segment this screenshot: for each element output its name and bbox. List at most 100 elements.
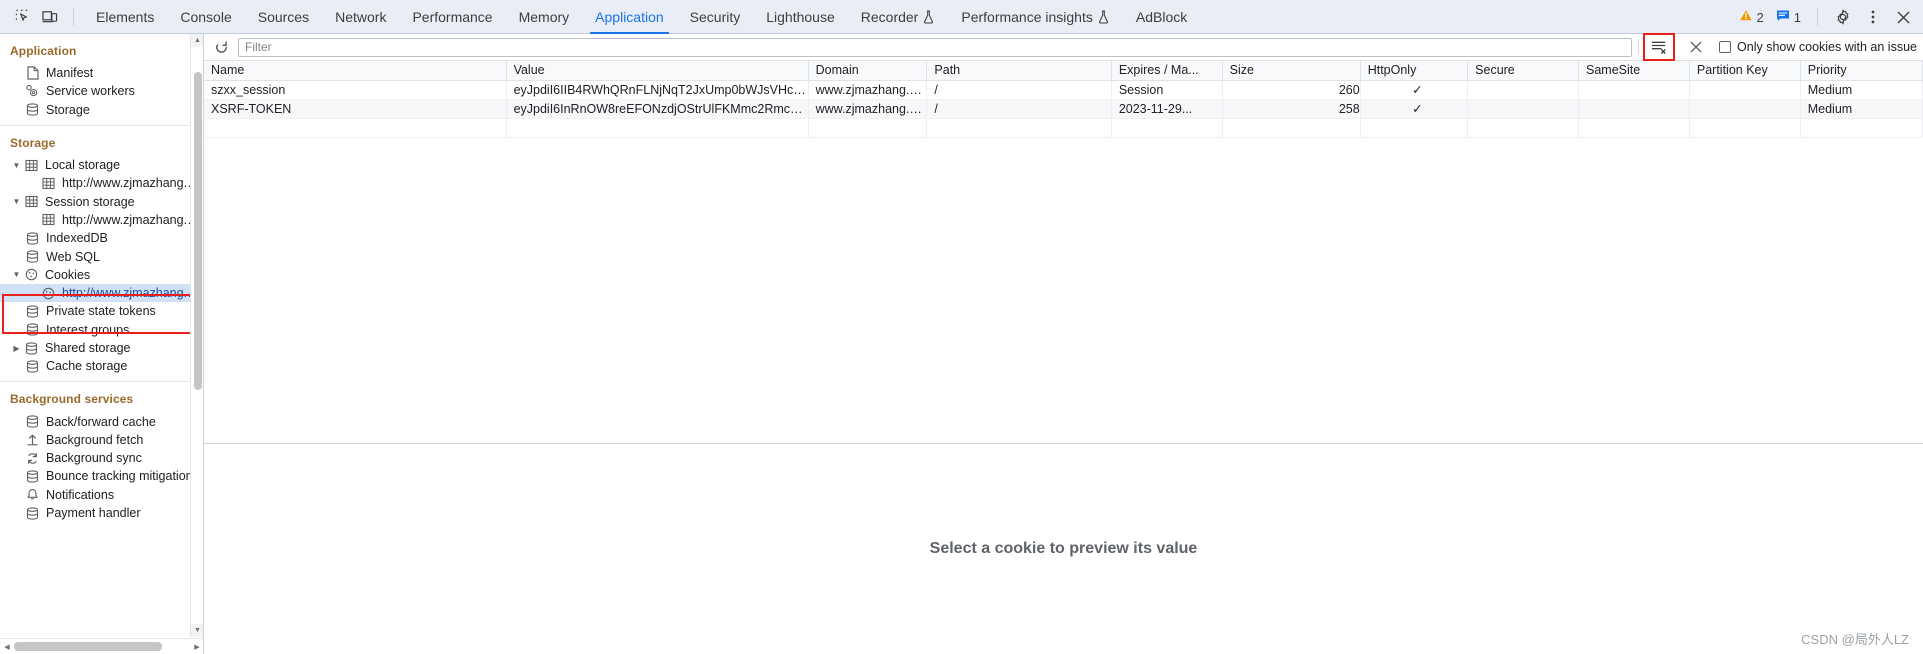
sidebar-item-label: Private state tokens xyxy=(46,304,156,319)
sidebar-item-label: Storage xyxy=(46,102,90,117)
chevron-down-icon[interactable]: ▼ xyxy=(10,197,23,206)
column-header-httponly[interactable]: HttpOnly xyxy=(1360,61,1469,81)
sidebar-item-service-workers[interactable]: Service workers xyxy=(0,82,203,100)
sidebar-item-interest-groups[interactable]: Interest groups xyxy=(0,321,203,339)
column-header-expires[interactable]: Expires / Ma... xyxy=(1111,61,1223,81)
device-toolbar-icon[interactable] xyxy=(36,4,64,30)
database-icon xyxy=(24,303,41,319)
scrollbar-thumb[interactable] xyxy=(14,642,162,651)
column-header-path[interactable]: Path xyxy=(926,61,1112,81)
sidebar-item-cache-storage[interactable]: Cache storage xyxy=(0,357,203,375)
inspect-element-icon[interactable] xyxy=(8,4,36,30)
sidebar-item-shared-storage[interactable]: ▶ Shared storage xyxy=(0,339,203,357)
tab-label: AdBlock xyxy=(1135,8,1188,25)
sidebar-item-bounce-tracking-mitigations[interactable]: Bounce tracking mitigations xyxy=(0,467,203,485)
tab-elements[interactable]: Elements xyxy=(83,0,167,34)
only-issues-checkbox[interactable] xyxy=(1719,41,1732,53)
message-counter[interactable]: 1 xyxy=(1771,5,1806,29)
sidebar-vertical-scrollbar[interactable]: ▲ ▼ xyxy=(190,34,203,637)
tab-performance[interactable]: Performance xyxy=(399,0,505,34)
tab-memory[interactable]: Memory xyxy=(506,0,583,34)
cookie-icon xyxy=(40,285,57,301)
sidebar-item-manifest[interactable]: Manifest xyxy=(0,64,203,82)
sidebar-item-storage[interactable]: Storage xyxy=(0,101,203,119)
tab-sources[interactable]: Sources xyxy=(245,0,322,34)
sidebar-item-label: Session storage xyxy=(45,194,135,209)
tab-application[interactable]: Application xyxy=(582,0,677,34)
tab-label: Elements xyxy=(96,8,155,25)
gear-icon[interactable] xyxy=(1829,4,1857,30)
column-header-samesite[interactable]: SameSite xyxy=(1578,61,1690,81)
cell-secure xyxy=(1467,99,1580,119)
database-icon xyxy=(24,322,41,338)
sidebar-item-web-sql[interactable]: Web SQL xyxy=(0,247,203,265)
warning-counter[interactable]: 2 xyxy=(1734,5,1769,29)
filter-input[interactable] xyxy=(238,37,1633,57)
sidebar-item-indexeddb[interactable]: IndexedDB xyxy=(0,229,203,247)
only-issues-checkbox-row[interactable]: Only show cookies with an issue xyxy=(1719,40,1917,54)
sidebar-item-label: Service workers xyxy=(46,84,135,99)
tab-performance-insights[interactable]: Performance insights xyxy=(948,0,1123,34)
tab-lighthouse[interactable]: Lighthouse xyxy=(753,0,848,34)
sidebar-item-background-fetch[interactable]: Background fetch xyxy=(0,431,203,449)
sidebar-item-cookies-origin[interactable]: http://www.zjmazhang.gov xyxy=(0,283,203,303)
chevron-down-icon[interactable]: ▼ xyxy=(10,270,23,279)
sidebar-item-payment-handler[interactable]: Payment handler xyxy=(0,504,203,522)
sidebar-item-label: Local storage xyxy=(45,158,121,173)
scrollbar-thumb[interactable] xyxy=(194,72,202,390)
sidebar-horizontal-scrollbar[interactable]: ◀ ▶ xyxy=(0,638,203,654)
tab-label: Performance insights xyxy=(961,8,1093,25)
tab-adblock[interactable]: AdBlock xyxy=(1123,0,1200,34)
sidebar-item-local-storage-origin[interactable]: http://www.zjmazhang.gov xyxy=(0,174,203,192)
column-header-size[interactable]: Size xyxy=(1222,61,1361,81)
refresh-icon[interactable] xyxy=(210,36,232,58)
sidebar-item-background-sync[interactable]: Background sync xyxy=(0,449,203,467)
table-row[interactable]: szxx_session eyJpdiI6IIB4RWhQRnFLNjNqT2J… xyxy=(204,80,1923,100)
tab-label: Network xyxy=(335,8,387,25)
chevron-down-icon[interactable]: ▼ xyxy=(10,161,23,170)
cell-name: XSRF-TOKEN xyxy=(204,99,507,119)
tab-network[interactable]: Network xyxy=(322,0,399,34)
tab-console[interactable]: Console xyxy=(167,0,244,34)
column-header-secure[interactable]: Secure xyxy=(1467,61,1580,81)
column-header-priority[interactable]: Priority xyxy=(1800,61,1923,81)
delete-selected-cookie-icon[interactable] xyxy=(1685,36,1707,58)
toolbar-divider xyxy=(1817,8,1818,26)
column-header-value[interactable]: Value xyxy=(506,61,809,81)
sidebar-item-back-forward-cache[interactable]: Back/forward cache xyxy=(0,412,203,430)
cell-size: 258 xyxy=(1222,99,1361,119)
table-icon xyxy=(23,194,40,210)
table-icon xyxy=(40,212,57,228)
column-header-domain[interactable]: Domain xyxy=(808,61,928,81)
sidebar-item-label: Background fetch xyxy=(46,432,144,447)
empty-cell xyxy=(808,118,928,138)
column-header-partition-key[interactable]: Partition Key xyxy=(1689,61,1801,81)
database-icon xyxy=(24,102,41,118)
tab-label: Security xyxy=(689,8,741,25)
cell-partition-key xyxy=(1689,99,1801,119)
database-icon xyxy=(24,230,41,246)
clear-all-cookies-icon[interactable] xyxy=(1643,33,1676,61)
sidebar-item-private-state-tokens[interactable]: Private state tokens xyxy=(0,302,203,320)
scroll-right-arrow-icon[interactable]: ▶ xyxy=(190,639,203,654)
sidebar-item-local-storage[interactable]: ▼ Local storage xyxy=(0,156,203,174)
sidebar-item-session-storage[interactable]: ▼ Session storage xyxy=(0,192,203,210)
kebab-menu-icon[interactable] xyxy=(1859,4,1887,30)
column-header-name[interactable]: Name xyxy=(204,61,507,81)
tab-label: Console xyxy=(180,8,232,25)
sidebar-item-cookies[interactable]: ▼ Cookies xyxy=(0,266,203,284)
scroll-left-arrow-icon[interactable]: ◀ xyxy=(0,639,14,654)
sidebar-item-label: http://www.zjmazhang.gov xyxy=(62,286,203,301)
tab-security[interactable]: Security xyxy=(677,0,754,34)
tab-recorder[interactable]: Recorder xyxy=(848,0,949,34)
sidebar-item-session-storage-origin[interactable]: http://www.zjmazhang.gov xyxy=(0,211,203,229)
sidebar-section-application-title: Application xyxy=(10,44,77,58)
table-row[interactable]: XSRF-TOKEN eyJpdiI6InRnOW8reEFONzdjOStrU… xyxy=(204,99,1923,119)
scroll-up-arrow-icon[interactable]: ▲ xyxy=(191,34,203,47)
chevron-right-icon[interactable]: ▶ xyxy=(10,344,23,353)
cell-domain: www.zjmazhang.g... xyxy=(808,99,928,119)
sidebar-item-notifications[interactable]: Notifications xyxy=(0,486,203,504)
sidebar-section-background-services-title: Background services xyxy=(10,392,134,407)
scroll-down-arrow-icon[interactable]: ▼ xyxy=(191,624,203,637)
close-icon[interactable] xyxy=(1889,4,1917,30)
